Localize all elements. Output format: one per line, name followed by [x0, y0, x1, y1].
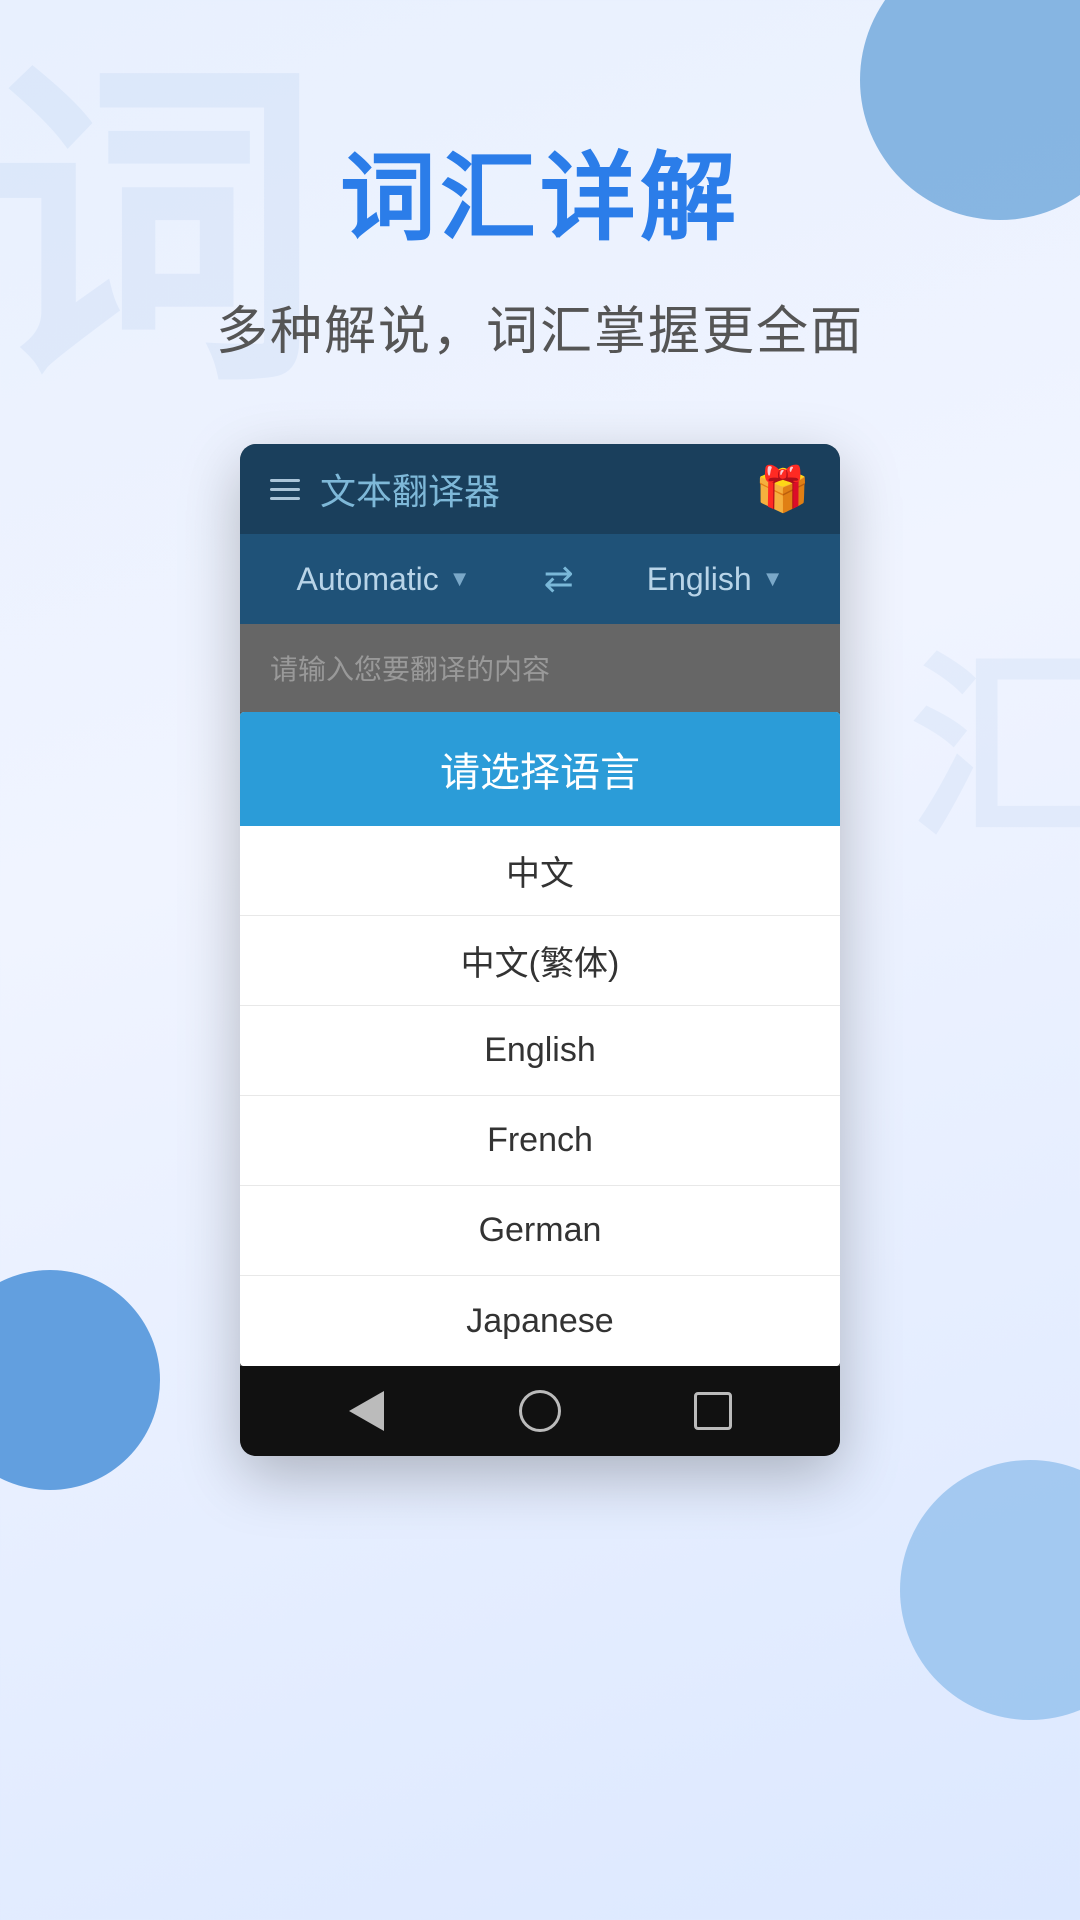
app-topbar-left: 文本翻译器: [270, 463, 500, 515]
dialog-language-item-4[interactable]: German: [240, 1186, 840, 1276]
app-title: 文本翻译器: [320, 463, 500, 515]
home-icon: [519, 1390, 561, 1432]
bg-circle-bottom-right: [900, 1460, 1080, 1720]
dialog-language-item-1[interactable]: 中文(繁体): [240, 916, 840, 1006]
dialog-language-item-2[interactable]: English: [240, 1006, 840, 1096]
recents-icon: [694, 1392, 732, 1430]
target-lang-dropdown-icon: ▼: [762, 566, 784, 592]
dialog-title: 请选择语言: [440, 751, 640, 795]
input-placeholder-text: 请输入您要翻译的内容: [270, 654, 550, 685]
main-title: 词汇详解: [340, 120, 740, 259]
dialog-box: 请选择语言 中文中文(繁体) English French German Japanes…: [240, 712, 840, 1366]
hamburger-menu-icon[interactable]: [270, 479, 300, 500]
hamburger-line-2: [270, 488, 300, 491]
dialog-language-list: 中文中文(繁体) English French German Japanese: [240, 826, 840, 1366]
hamburger-line-3: [270, 497, 300, 500]
dialog-header: 请选择语言: [240, 712, 840, 826]
dialog-language-item-label-1: 中文(繁体): [461, 936, 620, 985]
bottom-nav-bar: [240, 1366, 840, 1456]
gift-icon[interactable]: 🎁: [755, 463, 810, 515]
dialog-language-item-0[interactable]: 中文: [240, 826, 840, 916]
dialog-language-item-label-4: German: [479, 1211, 602, 1250]
source-lang-dropdown-icon: ▼: [449, 566, 471, 592]
target-language-label: English: [647, 561, 752, 598]
dialog-language-item-5[interactable]: Japanese: [240, 1276, 840, 1366]
dialog-language-item-3[interactable]: French: [240, 1096, 840, 1186]
app-topbar: 文本翻译器 🎁: [240, 444, 840, 534]
lang-bar: Automatic ▼ ⇄ English ▼: [240, 534, 840, 624]
dialog-language-item-label-3: French: [487, 1121, 593, 1160]
home-button[interactable]: [515, 1386, 565, 1436]
source-language-selector[interactable]: Automatic ▼: [297, 561, 471, 598]
back-button[interactable]: [342, 1386, 392, 1436]
sub-title: 多种解说，词汇掌握更全面: [216, 289, 864, 364]
dialog-language-item-label-0: 中文: [506, 846, 574, 895]
app-mockup: 文本翻译器 🎁 Automatic ▼ ⇄ English ▼ 请输入您要翻译的…: [240, 444, 840, 1456]
language-selection-dialog: 请选择语言 中文中文(繁体) English French German Japanes…: [240, 712, 840, 1366]
recents-button[interactable]: [688, 1386, 738, 1436]
target-language-selector[interactable]: English ▼: [647, 561, 784, 598]
back-icon: [349, 1391, 384, 1431]
hamburger-line-1: [270, 479, 300, 482]
page-content: 词汇详解 多种解说，词汇掌握更全面 文本翻译器 🎁 Automatic ▼ ⇄: [0, 0, 1080, 1456]
dialog-language-item-label-5: Japanese: [466, 1302, 613, 1341]
dialog-language-item-label-2: English: [484, 1031, 596, 1070]
source-language-label: Automatic: [297, 561, 439, 598]
translation-input-area[interactable]: 请输入您要翻译的内容: [240, 624, 840, 712]
swap-languages-icon[interactable]: ⇄: [544, 558, 574, 600]
